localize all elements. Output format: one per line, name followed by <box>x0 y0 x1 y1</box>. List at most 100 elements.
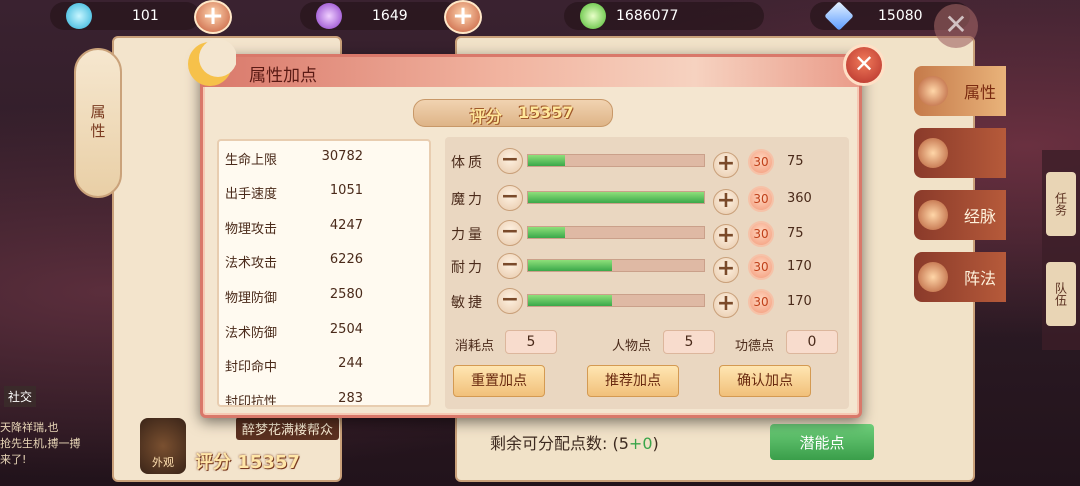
stat-value: 6226 <box>329 252 363 267</box>
magic-value: 360 <box>787 191 812 206</box>
score-value: 15357 <box>518 103 574 122</box>
decrease-constitution-button[interactable]: − <box>497 148 523 174</box>
add-purple-orb-button[interactable]: + <box>444 0 482 34</box>
decrease-strength-button[interactable]: − <box>497 220 523 246</box>
stat-row: 法术防御 2504 <box>225 318 425 342</box>
merit-points-field: 0 <box>786 330 838 354</box>
attribute-name: 力量 <box>451 227 485 243</box>
attribute-row-magic: 魔力 − + 30 360 <box>445 182 849 215</box>
chat-line: 抢先生机,搏一搏 <box>0 437 81 450</box>
recommend-points-button[interactable]: 推荐加点 <box>587 365 679 397</box>
stat-name: 物理防御 <box>225 291 278 306</box>
menu-item-meridians[interactable]: 经脉 <box>914 190 1006 240</box>
strength-bar <box>527 226 705 239</box>
attribute-allocation-dialog: 属性加点 评分 15357 生命上限 30782 出手速度 1051 物理攻击 … <box>200 54 862 418</box>
formation-icon <box>918 262 948 292</box>
attribute-row-strength: 力量 − + 30 75 <box>445 217 849 250</box>
menu-item-formation[interactable]: 阵法 <box>914 252 1006 302</box>
derived-stats-list[interactable]: 生命上限 30782 出手速度 1051 物理攻击 4247 法术攻击 6226… <box>217 139 431 407</box>
attribute-name: 耐力 <box>451 260 485 276</box>
cyan-orb-value: 101 <box>132 8 159 24</box>
attribute-side-tab[interactable]: 属性 <box>74 48 122 198</box>
meridian-icon <box>918 200 948 230</box>
character-points-field: 5 <box>663 330 715 354</box>
agility-cap-badge: 30 <box>748 289 774 315</box>
stat-name: 出手速度 <box>225 187 278 202</box>
constitution-cap-badge: 30 <box>748 149 774 175</box>
increase-constitution-button[interactable]: + <box>713 152 739 178</box>
appearance-label: 外观 <box>152 456 174 469</box>
stat-name: 法术防御 <box>225 326 278 341</box>
crescent-moon-icon <box>188 39 236 86</box>
constitution-bar-fill <box>528 155 565 166</box>
decrease-agility-button[interactable]: − <box>497 288 523 314</box>
stat-value: 4247 <box>329 218 363 233</box>
social-chip[interactable]: 社交 <box>4 386 37 407</box>
stat-row: 生命上限 30782 <box>225 145 425 169</box>
attribute-row-endurance: 耐力 − + 30 170 <box>445 250 849 283</box>
menu-item-equipment[interactable] <box>914 128 1006 178</box>
attribute-allocation-area: 体质 − + 30 75 魔力 − + 30 360 力量 − + 30 75 … <box>445 137 849 409</box>
appearance-button[interactable]: 外观 <box>140 418 186 474</box>
stat-row: 物理防御 2580 <box>225 283 425 307</box>
endurance-value: 170 <box>787 259 812 274</box>
constitution-bar <box>527 154 705 167</box>
stat-name: 物理攻击 <box>225 222 278 237</box>
right-side-menu: 属性 经脉 阵法 <box>914 66 1006 314</box>
stat-value: 30782 <box>321 149 363 164</box>
chat-preview[interactable]: 天降祥瑞,也 抢先生机,搏一搏 来了! <box>0 420 116 468</box>
stat-row: 出手速度 1051 <box>225 179 425 203</box>
magic-bar-fill <box>528 192 704 203</box>
character-points-label: 人物点 <box>612 339 652 354</box>
diamond-value: 15080 <box>878 8 923 24</box>
decrease-endurance-button[interactable]: − <box>497 253 523 279</box>
score-ribbon: 评分 15357 <box>413 99 613 127</box>
merit-points-label: 功德点 <box>735 339 775 354</box>
armor-icon <box>918 138 948 168</box>
strength-bar-fill <box>528 227 565 238</box>
increase-strength-button[interactable]: + <box>713 224 739 250</box>
stat-row: 物理攻击 4247 <box>225 214 425 238</box>
remaining-points-prefix: (5 <box>612 434 629 453</box>
resource-cyan-orb: 101 <box>50 2 200 30</box>
potential-points-button[interactable]: 潜能点 <box>770 424 874 460</box>
remaining-points-bonus: +0 <box>628 434 653 453</box>
endurance-bar <box>527 259 705 272</box>
background-close-button[interactable]: ✕ <box>934 4 978 48</box>
task-edge-button[interactable]: 任务 <box>1046 172 1076 236</box>
dialog-header: 属性加点 <box>203 57 859 87</box>
stat-row: 封印抗性 283 <box>225 387 425 407</box>
increase-endurance-button[interactable]: + <box>713 257 739 283</box>
menu-item-attributes[interactable]: 属性 <box>914 66 1006 116</box>
constitution-value: 75 <box>787 154 804 169</box>
guild-nickname: 醉梦花满楼帮众 <box>236 417 340 440</box>
green-orb-value: 1686077 <box>616 8 679 24</box>
purple-orb-icon <box>316 3 342 29</box>
stat-name: 封印抗性 <box>225 395 278 407</box>
stat-row: 封印命中 244 <box>225 352 425 376</box>
dialog-close-button[interactable]: ✕ <box>843 44 885 86</box>
stat-value: 244 <box>338 356 363 371</box>
consume-points-label: 消耗点 <box>455 339 495 354</box>
agility-bar-fill <box>528 295 613 306</box>
diamond-icon <box>824 1 854 31</box>
background-score: 评分 15357 <box>195 452 300 473</box>
team-edge-button[interactable]: 队伍 <box>1046 262 1076 326</box>
remaining-points-suffix: ) <box>652 434 659 453</box>
stat-value: 2580 <box>329 287 363 302</box>
decrease-magic-button[interactable]: − <box>497 185 523 211</box>
increase-magic-button[interactable]: + <box>713 189 739 215</box>
menu-item-formation-label: 阵法 <box>963 269 996 288</box>
endurance-cap-badge: 30 <box>748 254 774 280</box>
reset-points-button[interactable]: 重置加点 <box>453 365 545 397</box>
resource-green-orb: 1686077 <box>564 2 764 30</box>
stat-row: 法术攻击 6226 <box>225 248 425 272</box>
scroll-icon <box>918 76 948 106</box>
add-cyan-orb-button[interactable]: + <box>194 0 232 34</box>
remaining-points-label: 剩余可分配点数: <box>490 434 608 453</box>
increase-agility-button[interactable]: + <box>713 292 739 318</box>
attribute-name: 体质 <box>451 155 485 171</box>
attribute-name: 魔力 <box>451 192 485 208</box>
confirm-points-button[interactable]: 确认加点 <box>719 365 811 397</box>
attribute-name: 敏捷 <box>451 295 485 311</box>
